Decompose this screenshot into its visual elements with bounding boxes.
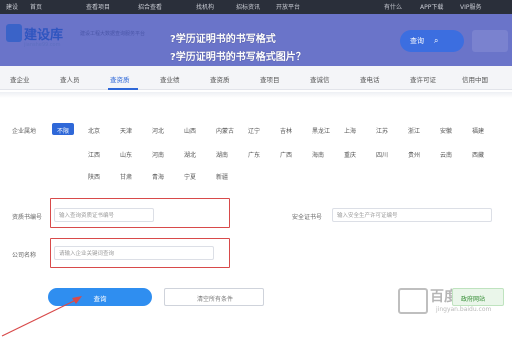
nav-item[interactable]: 信用中国 (462, 74, 488, 84)
header-search-button[interactable]: 查询 ⌕ (400, 30, 464, 52)
top-link[interactable]: 招标资讯 (236, 2, 260, 11)
cert-number-input[interactable] (59, 211, 149, 221)
gov-badge-label: 政府网站 (461, 296, 486, 303)
region-option[interactable]: 江苏 (376, 126, 388, 135)
company-name-input[interactable] (59, 249, 209, 259)
region-selected-label: 不限 (56, 128, 69, 135)
region-option[interactable]: 辽宁 (248, 126, 260, 135)
region-option-selected[interactable]: 不限 (52, 123, 74, 135)
nav-item[interactable]: 查业绩 (160, 74, 180, 84)
header-user-button[interactable] (472, 30, 508, 52)
top-link[interactable]: 招合查看 (138, 2, 162, 11)
watermark-logo-icon (398, 288, 428, 314)
region-option[interactable]: 湖南 (216, 150, 228, 159)
reset-button-label: 清空所有条件 (196, 296, 233, 303)
reset-button[interactable]: 清空所有条件 (164, 288, 264, 306)
region-option[interactable]: 湖北 (184, 150, 196, 159)
region-option[interactable]: 北京 (88, 126, 100, 135)
region-option[interactable]: 江西 (88, 150, 100, 159)
top-link[interactable]: 有什么 (384, 2, 402, 11)
top-link[interactable]: VIP服务 (460, 2, 482, 11)
annotation-arrow-icon (1, 296, 82, 337)
safety-cert-field[interactable] (332, 208, 492, 222)
divider (0, 92, 512, 98)
region-option[interactable]: 内蒙古 (216, 126, 234, 135)
nav-active-indicator (108, 88, 138, 90)
safety-cert-input[interactable] (337, 211, 487, 221)
region-option[interactable]: 河南 (152, 150, 164, 159)
main-nav: 查企业 查人员 查资质 查业绩 查资质 查项目 查诚信 查电话 查许可证 信用中… (0, 66, 512, 90)
header-search-label: 查询 (410, 37, 424, 45)
header-slogan: 建设工程大数据查询服务平台 (80, 31, 146, 37)
nav-item[interactable]: 查许可证 (410, 74, 436, 84)
region-option[interactable]: 河北 (152, 126, 164, 135)
top-link[interactable]: APP下载 (420, 2, 443, 11)
cert-number-label: 资质书编号 (12, 214, 43, 221)
region-option[interactable]: 四川 (376, 150, 388, 159)
top-link[interactable]: 首页 (30, 2, 42, 11)
top-link[interactable]: 建设 (6, 2, 18, 11)
top-link[interactable]: 查看项目 (86, 2, 110, 11)
logo-icon[interactable] (6, 24, 22, 42)
watermark-url: jingyan.baidu.com (436, 306, 492, 313)
nav-item[interactable]: 查人员 (60, 74, 80, 84)
region-option[interactable]: 陕西 (88, 172, 100, 181)
overlay-title-line2: ?学历证明书的书写格式图片？ (170, 52, 306, 63)
region-option[interactable]: 吉林 (280, 126, 292, 135)
top-link[interactable]: 开放平台 (276, 2, 300, 11)
nav-item-active[interactable]: 查资质 (110, 74, 130, 84)
company-name-field[interactable] (54, 246, 214, 260)
region-option[interactable]: 云南 (440, 150, 452, 159)
region-option[interactable]: 广西 (280, 150, 292, 159)
safety-cert-label: 安全证书号 (292, 214, 323, 221)
nav-item[interactable]: 查资质 (210, 74, 230, 84)
region-option[interactable]: 福建 (472, 126, 484, 135)
region-option[interactable]: 黑龙江 (312, 126, 330, 135)
search-icon: ⌕ (434, 36, 439, 45)
region-option[interactable]: 浙江 (408, 126, 420, 135)
region-option[interactable]: 贵州 (408, 150, 420, 159)
region-option[interactable]: 青海 (152, 172, 164, 181)
region-option[interactable]: 山西 (184, 126, 196, 135)
region-label: 企业属地 (12, 128, 37, 135)
region-option[interactable]: 宁夏 (184, 172, 196, 181)
region-option[interactable]: 上海 (344, 126, 356, 135)
nav-item[interactable]: 查电话 (360, 74, 380, 84)
overlay-title-line1: ?学历证明书的书写格式 (170, 34, 276, 45)
region-option[interactable]: 广东 (248, 150, 260, 159)
cert-number-field[interactable] (54, 208, 154, 222)
top-bar: 建设 首页 查看项目 招合查看 找机构 招标资讯 开放平台 有什么 APP下载 … (0, 0, 512, 14)
gov-site-badge[interactable]: 政府网站 (452, 288, 504, 306)
region-option[interactable]: 重庆 (344, 150, 356, 159)
top-link[interactable]: 找机构 (196, 2, 214, 11)
nav-item[interactable]: 查项目 (260, 74, 280, 84)
region-option[interactable]: 天津 (120, 126, 132, 135)
logo-text[interactable]: 建设库 (24, 24, 63, 43)
nav-item[interactable]: 查企业 (10, 74, 30, 84)
region-option[interactable]: 新疆 (216, 172, 228, 181)
region-option[interactable]: 安徽 (440, 126, 452, 135)
company-name-label: 公司名称 (12, 252, 37, 259)
region-option[interactable]: 海南 (312, 150, 324, 159)
region-option[interactable]: 甘肃 (120, 172, 132, 181)
logo-subtitle: jianshe99.com (24, 42, 61, 48)
region-option[interactable]: 西藏 (472, 150, 484, 159)
nav-item[interactable]: 查诚信 (310, 74, 330, 84)
region-option[interactable]: 山东 (120, 150, 132, 159)
